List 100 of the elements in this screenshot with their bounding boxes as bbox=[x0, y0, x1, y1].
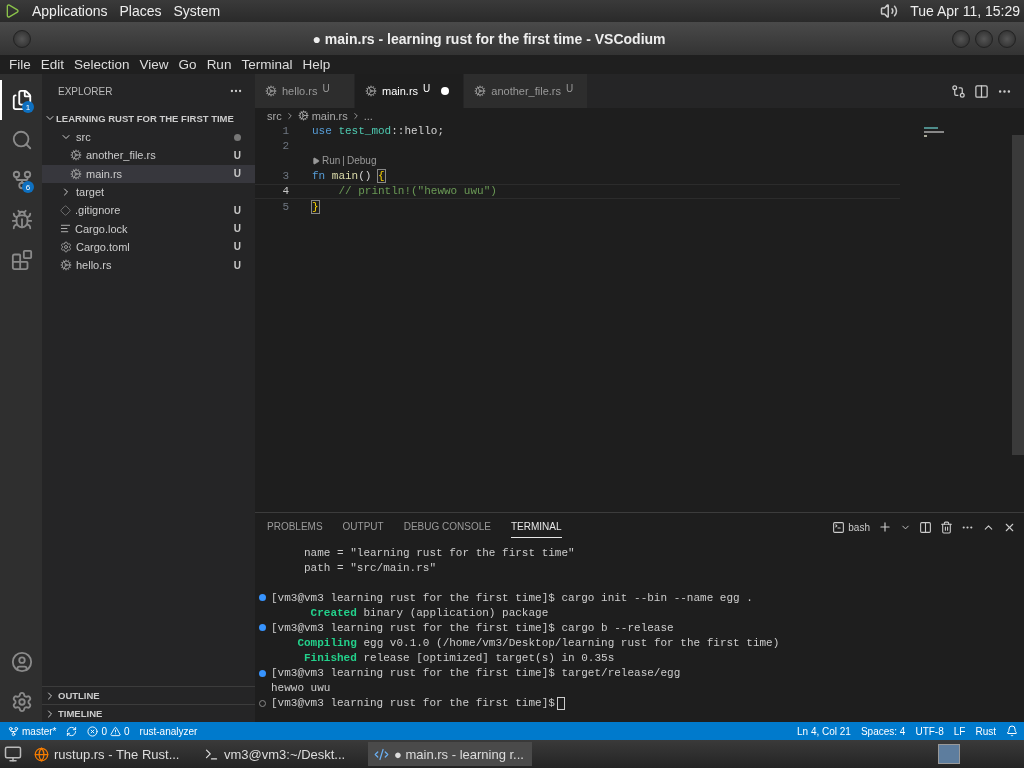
cog-icon bbox=[70, 149, 82, 162]
status-letter: U bbox=[566, 82, 574, 94]
sync-icon[interactable] bbox=[66, 725, 78, 737]
separator: | bbox=[342, 155, 345, 167]
branch-status[interactable]: master* bbox=[8, 725, 57, 737]
compare-icon[interactable] bbox=[951, 83, 966, 99]
taskbar-button[interactable]: vm3@vm3:~/Deskt... bbox=[198, 742, 362, 766]
shell-name[interactable]: bash bbox=[848, 521, 870, 533]
logo-icon[interactable] bbox=[4, 3, 20, 19]
line-number: 5 bbox=[281, 200, 290, 213]
cog-icon bbox=[70, 167, 82, 180]
breadcrumb-item[interactable]: main.rs bbox=[311, 109, 348, 122]
bug-icon bbox=[11, 209, 33, 231]
taskbar-button[interactable]: rustup.rs - The Rust... bbox=[28, 742, 192, 766]
panel-menu[interactable]: Places bbox=[119, 3, 162, 19]
tree-item[interactable]: src bbox=[42, 128, 255, 147]
tree-item[interactable]: main.rs U bbox=[42, 164, 255, 183]
code-lens-link[interactable]: Run bbox=[322, 155, 341, 167]
tree-item[interactable]: .gitignore U bbox=[42, 201, 255, 220]
diamond-icon bbox=[60, 204, 71, 216]
terminal-line: Finished release [optimized] target(s) in 0.35s bbox=[303, 652, 615, 665]
volume-icon[interactable] bbox=[880, 2, 899, 20]
search-icon bbox=[11, 129, 33, 151]
terminal-icon bbox=[204, 746, 219, 762]
cog-icon bbox=[265, 85, 277, 97]
branch-icon bbox=[8, 725, 19, 737]
line-number: 1 bbox=[281, 124, 290, 137]
lines-icon bbox=[60, 223, 71, 235]
status-letter: U bbox=[233, 259, 241, 271]
gear-icon bbox=[60, 240, 72, 253]
trash-icon[interactable] bbox=[940, 520, 953, 534]
play-icon bbox=[312, 156, 320, 165]
code-line: use test_mod::hello; bbox=[312, 124, 445, 137]
panel-menu[interactable]: System bbox=[173, 3, 221, 19]
terminal-line: Compiling egg v0.1.0 (/home/vm3/Desktop/learning rust for the first time) bbox=[296, 637, 780, 649]
taskbar-button[interactable]: ● main.rs - learning r... bbox=[368, 742, 532, 766]
window-title: ● main.rs - learning rust for the first time - VSCodium bbox=[311, 30, 667, 47]
menu-item[interactable]: View bbox=[134, 57, 174, 72]
status-item[interactable]: UTF-8 bbox=[915, 725, 944, 737]
status-letter: U bbox=[322, 82, 330, 94]
tree-item[interactable]: Cargo.lock U bbox=[42, 219, 255, 238]
scrollbar-thumb[interactable] bbox=[1012, 135, 1024, 455]
workspace-switcher[interactable] bbox=[938, 744, 960, 764]
status-item[interactable]: Spaces: 4 bbox=[860, 725, 906, 737]
editor-tab[interactable]: main.rs U bbox=[355, 74, 465, 108]
status-letter: U bbox=[233, 241, 241, 253]
menu-item[interactable]: File bbox=[4, 57, 36, 72]
line-number: 3 bbox=[281, 170, 290, 183]
status-item[interactable]: Rust bbox=[975, 725, 996, 737]
breadcrumb-item[interactable]: ... bbox=[363, 109, 373, 122]
line-number: 2 bbox=[281, 139, 290, 152]
editor-tab[interactable]: hello.rs U bbox=[255, 74, 355, 108]
settings-icon bbox=[11, 691, 33, 713]
code-line: // println!("hewwo uwu") bbox=[337, 185, 497, 198]
status-letter: U bbox=[233, 149, 241, 161]
panel-tab[interactable]: DEBUG CONSOLE bbox=[403, 516, 491, 538]
menu-item[interactable]: Terminal bbox=[236, 57, 298, 72]
menu-item[interactable]: Run bbox=[201, 57, 237, 72]
code-lens-link[interactable]: Debug bbox=[346, 155, 377, 167]
panel-tab[interactable]: PROBLEMS bbox=[267, 516, 323, 538]
terminal-line: hewwo uwu bbox=[271, 682, 331, 695]
status-letter: U bbox=[233, 204, 241, 216]
panel-tab[interactable]: TERMINAL bbox=[510, 516, 562, 538]
menu-item[interactable]: Go bbox=[173, 57, 202, 72]
breadcrumb-item[interactable]: src bbox=[267, 109, 282, 122]
tree-item[interactable]: target bbox=[42, 182, 255, 202]
section-header[interactable]: TIMELINE bbox=[58, 708, 103, 719]
terminal-line: path = "src/main.rs" bbox=[303, 561, 437, 574]
split-icon[interactable] bbox=[919, 520, 932, 534]
tree-item[interactable]: Cargo.toml U bbox=[42, 237, 255, 257]
status-item[interactable]: LF bbox=[953, 725, 966, 737]
editor-tab[interactable]: another_file.rs U bbox=[464, 74, 589, 108]
panel-tab[interactable]: OUTPUT bbox=[342, 516, 384, 538]
panel-menu[interactable]: Applications bbox=[32, 3, 108, 19]
plus-icon[interactable] bbox=[878, 520, 892, 534]
show-desktop-icon[interactable] bbox=[4, 745, 22, 763]
activity-button[interactable]: 6 bbox=[0, 160, 42, 200]
sidebar-title: EXPLORER bbox=[58, 85, 113, 97]
problems-status[interactable]: 0 0 bbox=[87, 725, 130, 737]
tree-item[interactable]: another_file.rs U bbox=[42, 146, 255, 165]
menu-item[interactable]: Help bbox=[297, 57, 336, 72]
terminal-line: name = "learning rust for the first time" bbox=[303, 546, 575, 559]
status-item[interactable]: Ln 4, Col 21 bbox=[797, 725, 851, 737]
menu-item[interactable]: Selection bbox=[69, 57, 135, 72]
line-number: 4 bbox=[281, 185, 290, 198]
extensions-icon bbox=[11, 249, 33, 271]
section-header[interactable]: OUTLINE bbox=[58, 690, 100, 701]
bell-icon[interactable] bbox=[1006, 725, 1018, 737]
menu-item[interactable]: Edit bbox=[35, 57, 70, 72]
source-control-icon bbox=[11, 169, 33, 191]
extension-status[interactable]: rust-analyzer bbox=[139, 725, 198, 737]
terminal-icon bbox=[832, 520, 846, 534]
terminal-line: [vm3@vm3 learning rust for the first time]$ cargo b --release bbox=[271, 621, 674, 634]
status-letter: U bbox=[233, 223, 241, 235]
split-editor-icon[interactable] bbox=[974, 83, 989, 99]
code-icon bbox=[374, 746, 389, 762]
code-line: fn main() { bbox=[312, 170, 385, 183]
tree-item[interactable]: hello.rs U bbox=[42, 256, 255, 275]
folder-title[interactable]: LEARNING RUST FOR THE FIRST TIME bbox=[56, 112, 234, 124]
code-line: } bbox=[312, 200, 319, 213]
